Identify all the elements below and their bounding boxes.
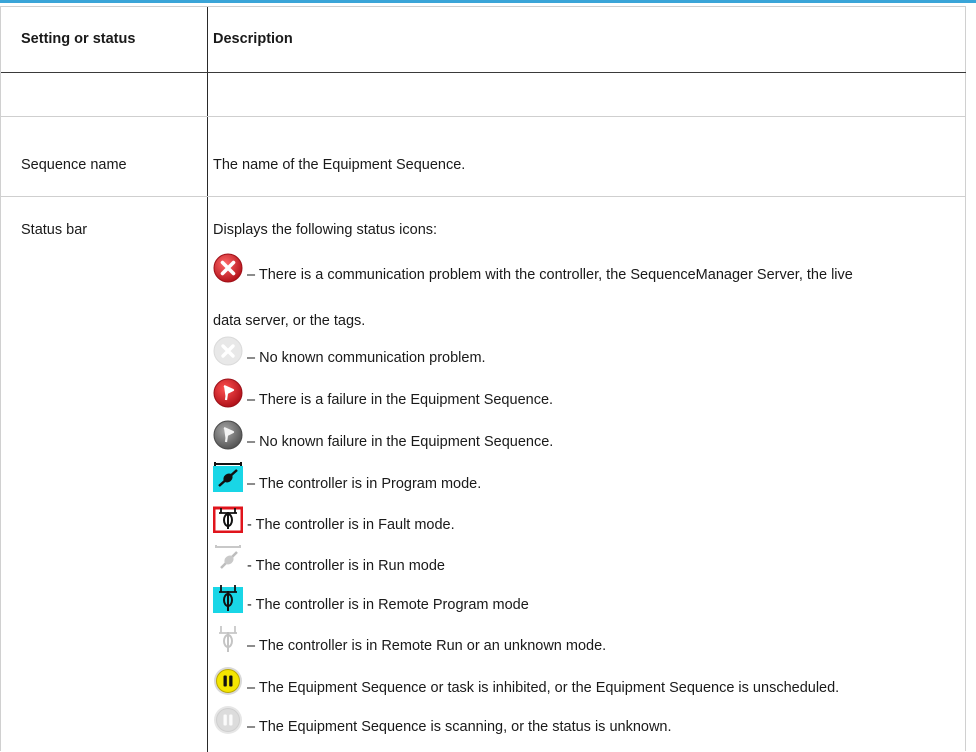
inhibited-pause-yellow-icon [214,667,242,695]
program-mode-icon [213,462,243,492]
status-text: – There is a failure in the Equipment Se… [247,392,554,408]
status-text: – There is a communication problem with … [247,267,853,283]
row-divider [1,196,966,197]
settings-table: Setting or status Description Sequence n… [0,6,966,752]
header-setting-or-status: Setting or status [21,31,136,47]
fault-mode-icon [213,506,243,533]
description-sequence-name: The name of the Equipment Sequence. [213,157,466,173]
status-item-program-mode: – The controller is in Program mode. [213,462,481,492]
description-status-bar: Displays the following status icons: [213,222,438,238]
status-text: – No known communication problem. [247,350,486,366]
status-item-communication-ok: – No known communication problem. [213,336,486,366]
failure-flag-gray-icon [213,420,243,450]
communication-ok-icon [213,336,243,366]
status-text: - The controller is in Remote Program mo… [247,597,529,613]
status-item-fault-mode: - The controller is in Fault mode. [213,503,455,533]
scanning-pause-gray-icon [214,706,242,734]
header-divider [1,72,966,73]
remote-run-mode-icon [219,626,237,652]
setting-sequence-name: Sequence name [21,157,127,173]
header-description: Description [213,31,293,47]
status-item-failure-red: – There is a failure in the Equipment Se… [213,378,553,408]
status-item-remote-program-mode: - The controller is in Remote Program mo… [213,583,529,613]
status-text: – The Equipment Sequence is scanning, or… [247,719,672,735]
run-mode-icon [215,545,241,569]
status-item-run-mode: - The controller is in Run mode [213,544,445,574]
remote-program-mode-icon [213,585,243,613]
row-divider [1,116,966,117]
status-item-scanning: – The Equipment Sequence is scanning, or… [213,705,672,735]
status-text: - The controller is in Run mode [247,558,445,574]
status-text: - The controller is in Fault mode. [247,517,455,533]
setting-status-bar: Status bar [21,222,88,238]
failure-flag-red-icon [213,378,243,408]
status-text-continued: data server, or the tags. [213,313,366,329]
top-accent-bar [0,0,976,3]
communication-error-icon [213,253,243,283]
status-text: – The controller is in Program mode. [247,476,482,492]
column-divider [207,7,208,752]
status-text: – No known failure in the Equipment Sequ… [247,434,554,450]
status-item-communication-error: – There is a communication problem with … [213,253,853,283]
status-text: – The Equipment Sequence or task is inhi… [247,680,840,696]
status-text: – The controller is in Remote Run or an … [247,638,607,654]
status-item-remote-run-mode: – The controller is in Remote Run or an … [213,624,606,654]
status-item-failure-gray: – No known failure in the Equipment Sequ… [213,420,553,450]
status-item-inhibited: – The Equipment Sequence or task is inhi… [213,666,839,696]
